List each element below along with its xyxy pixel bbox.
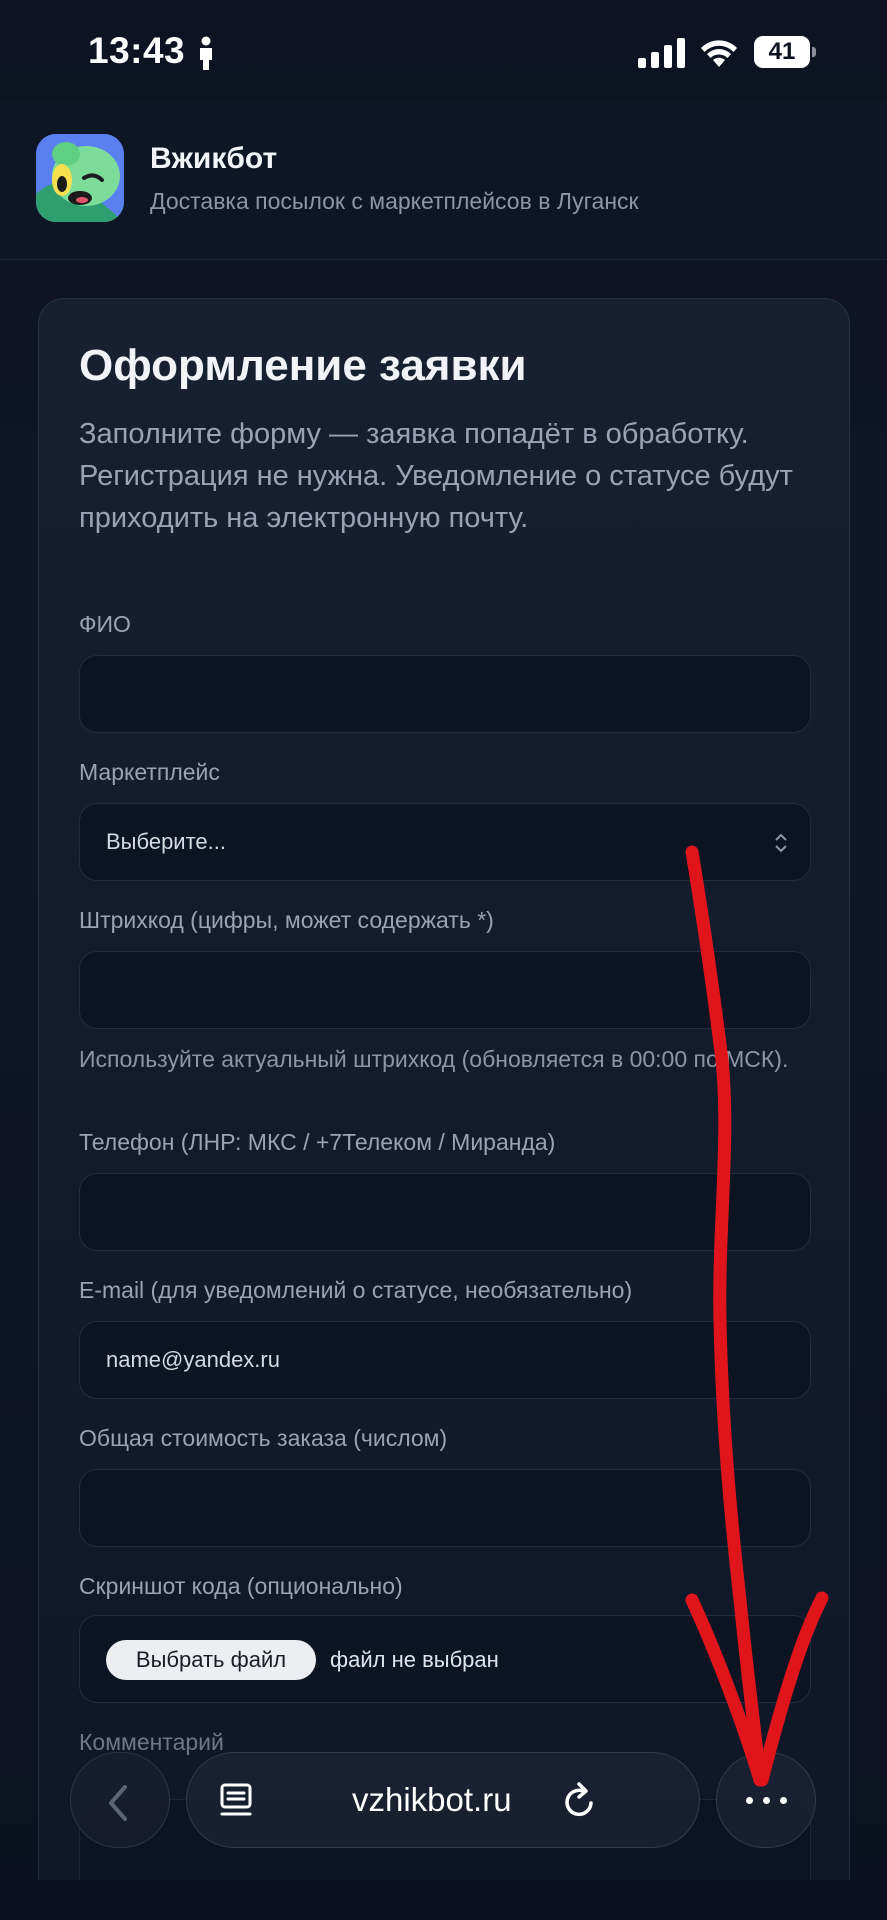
total-input[interactable] <box>79 1469 811 1547</box>
marketplace-select-value: Выберите... <box>106 829 227 854</box>
back-button[interactable] <box>70 1752 170 1848</box>
wifi-icon <box>701 40 737 67</box>
marketplace-label: Маркетплейс <box>79 759 220 785</box>
battery-icon: 41 <box>754 36 816 68</box>
battery-cap <box>812 47 816 57</box>
email-label: E-mail (для уведомлений о статусе, необя… <box>79 1277 633 1303</box>
app-logo <box>36 134 124 222</box>
barcode-hint: Используйте актуальный штрихкод (обновля… <box>79 1046 789 1072</box>
more-button[interactable] <box>716 1752 816 1848</box>
choose-file-button[interactable]: Выбрать файл <box>106 1640 316 1680</box>
screenshot-label: Скриншот кода (опционально) <box>79 1573 403 1599</box>
reload-icon[interactable] <box>561 1781 597 1821</box>
browser-toolbar: vzhikbot.ru <box>0 1740 887 1880</box>
form-description: Заполните форму — заявка попадёт в обраб… <box>79 418 793 534</box>
status-bar: 13:43 41 <box>0 0 887 100</box>
app-title: Вжикбот <box>150 142 278 175</box>
phone-screen: 13:43 41 Вжикбот Доставка посылок с марк… <box>0 0 887 1920</box>
home-indicator-area <box>0 1880 887 1920</box>
total-label: Общая стоимость заказа (числом) <box>79 1425 448 1451</box>
file-status: файл не выбран <box>330 1647 499 1672</box>
fio-input[interactable] <box>79 655 811 733</box>
barcode-label: Штрихкод (цифры, может содержать *) <box>79 907 494 933</box>
signal-icon <box>638 38 685 68</box>
email-placeholder: name@yandex.ru <box>106 1347 280 1372</box>
phone-label: Телефон (ЛНР: МКС / +7Телеком / Миранда) <box>79 1129 556 1155</box>
order-form-card: Оформление заявки Заполните форму — заяв… <box>38 298 850 1920</box>
address-bar[interactable]: vzhikbot.ru <box>186 1752 700 1848</box>
fio-label: ФИО <box>79 611 131 637</box>
app-header: Вжикбот Доставка посылок с маркетплейсов… <box>0 100 887 260</box>
url-text: vzhikbot.ru <box>352 1781 512 1818</box>
marketplace-select[interactable]: Выберите... <box>79 803 811 881</box>
more-dot <box>746 1797 753 1804</box>
form-title: Оформление заявки <box>79 341 527 390</box>
email-input[interactable]: name@yandex.ru <box>79 1321 811 1399</box>
battery-level: 41 <box>768 38 796 65</box>
more-dot <box>763 1797 770 1804</box>
back-arrow-icon <box>109 1785 127 1821</box>
phone-input[interactable] <box>79 1173 811 1251</box>
barcode-input[interactable] <box>79 951 811 1029</box>
person-icon <box>200 36 212 70</box>
app-subtitle: Доставка посылок с маркетплейсов в Луган… <box>150 188 639 214</box>
mascot-icon <box>36 134 124 222</box>
file-picker: Выбрать файл файл не выбран <box>79 1615 811 1703</box>
chevron-updown-icon <box>775 833 787 853</box>
more-dot <box>780 1797 787 1804</box>
status-time: 13:43 <box>88 30 186 71</box>
tabs-icon <box>220 1783 252 1816</box>
